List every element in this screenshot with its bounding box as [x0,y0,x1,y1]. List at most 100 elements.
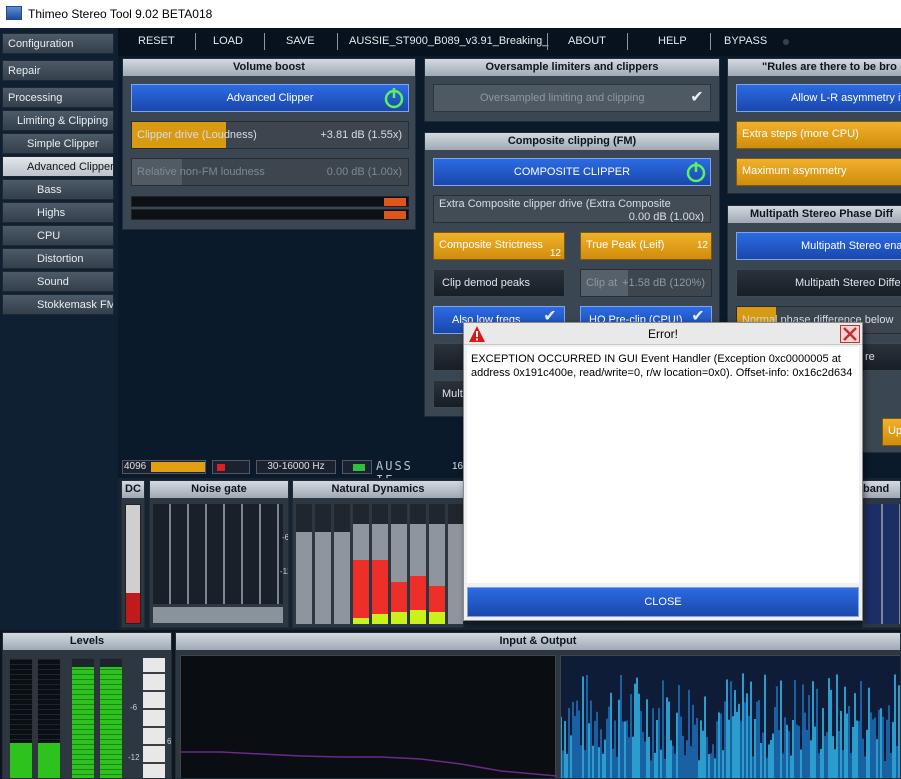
tick-label: -12 [128,753,140,762]
extra-steps-slider[interactable]: Extra steps (more CPU) [736,121,901,149]
nav-sound[interactable]: Sound [2,271,114,292]
true-peak-slider[interactable]: True Peak (Leif) 12 [580,232,712,260]
dialog-close-button[interactable]: CLOSE [467,587,859,617]
sidebar-nav: Configuration Repair Processing Limiting… [0,28,118,630]
samples-indicator: 4096 [122,460,206,474]
load-button[interactable]: LOAD [213,35,243,47]
dynamics-meter-column [353,504,369,624]
output-meter-left [71,658,95,778]
allow-lr-asymmetry-toggle[interactable]: Allow L-R asymmetry if [736,84,901,112]
input-scope [180,655,557,778]
dialog-message: EXCEPTION OCCURRED IN GUI Event Handler … [467,347,859,583]
checkmark-icon: ✔ [690,89,704,106]
menu-divider [195,33,196,50]
input-output-panel: Input & Output [175,632,901,779]
bypass-button[interactable]: BYPASS [724,35,767,47]
maximum-asymmetry-slider[interactable]: Maximum asymmetry [736,158,901,186]
tick-label: -12 [280,567,288,576]
menu-divider [710,33,711,50]
noise-gate-panel: Noise gate -6 -12 [149,480,289,628]
extra-composite-drive-label: Extra Composite clipper drive (Extra Com… [439,198,671,210]
rules-panel: "Rules are there to be bro Allow L-R asy… [727,58,901,194]
partial-up-slider[interactable]: Up [882,418,901,446]
clip-indicator [212,460,250,474]
power-icon[interactable] [381,85,407,111]
menu-divider [264,33,265,50]
error-dialog: Error! EXCEPTION OCCURRED IN GUI Event H… [463,322,863,621]
noise-gate-title: Noise gate [150,481,288,498]
advanced-clipper-toggle[interactable]: Advanced Clipper [131,84,409,112]
true-peak-value: 12 [696,240,708,251]
dynamics-meter-column [410,504,426,624]
natural-dynamics-panel: Natural Dynamics [292,480,464,628]
power-icon[interactable] [683,159,709,185]
multipath-enable-label: Multipath Stereo ena [801,240,901,252]
dc-panel: DC [121,480,145,628]
relative-loudness-label: Relative non-FM loudness [137,166,265,178]
oversample-toggle[interactable]: Oversampled limiting and clipping [433,84,711,112]
menu-divider [547,33,548,50]
nav-processing[interactable]: Processing [2,87,114,108]
dialog-close-x-button[interactable] [840,325,860,343]
levels-panel: Levels -6 -12 6 [2,632,172,779]
help-button[interactable]: HELP [658,35,687,47]
true-peak-label: True Peak (Leif) [586,239,665,251]
clip-demod-peaks-toggle[interactable]: Clip demod peaks [433,269,565,297]
nav-simple-clipper[interactable]: Simple Clipper [2,133,114,154]
menu-divider [627,33,628,50]
loudness-meter-top [131,196,409,207]
clip-at-slider[interactable]: Clip at +1.58 dB (120%) [580,269,712,297]
multipath-difference-label: Multipath Stereo Differ [795,277,901,289]
save-button[interactable]: SAVE [286,35,315,47]
about-button[interactable]: ABOUT [568,35,606,47]
window-titlebar: Thimeo Stereo Tool 9.02 BETA018 [0,0,901,28]
signal-icon [342,460,372,474]
oversample-panel: Oversample limiters and clippers Oversam… [424,58,720,122]
dynamics-meter-column [448,504,463,624]
partial-up-label: Up [888,425,901,437]
nav-highs[interactable]: Highs [2,202,114,223]
multipath-title: Multipath Stereo Phase Diff [728,206,901,223]
window-title: Thimeo Stereo Tool 9.02 BETA018 [28,7,213,21]
max-asym-label: Maximum asymmetry [742,165,847,177]
nav-repair[interactable]: Repair [2,60,114,81]
nav-limiting-clipping[interactable]: Limiting & Clipping [2,110,114,131]
levels-title: Levels [3,633,171,650]
gain-meter [143,658,165,778]
clipper-drive-label: Clipper drive (Loudness) [137,129,257,141]
relative-loudness-slider[interactable]: Relative non-FM loudness 0.00 dB (1.00x) [131,158,409,186]
nav-advanced-clipper[interactable]: Advanced Clipper [2,156,114,177]
nav-cpu[interactable]: CPU [2,225,114,246]
composite-strictness-value: 12 [549,248,561,259]
nav-distortion[interactable]: Distortion [2,248,114,269]
multipath-difference-toggle[interactable]: Multipath Stereo Differ [736,269,901,297]
relative-loudness-value: 0.00 dB (1.00x) [326,166,402,178]
input-spectrum-graph [181,751,557,777]
nav-bass[interactable]: Bass [2,179,114,200]
nav-stokkemask-fm[interactable]: Stokkemask FM [2,294,114,315]
extra-steps-label: Extra steps (more CPU) [742,128,859,140]
noise-gate-meters [153,504,283,604]
reset-button[interactable]: RESET [138,35,175,47]
rules-title: "Rules are there to be bro [728,59,901,76]
preset-name[interactable]: AUSSIE_ST900_B089_v3.91_Breaking_ [349,35,548,47]
composite-strictness-label: Composite Strictness [439,239,543,251]
dynamics-meter-column [315,504,331,624]
clip-at-value: +1.58 dB (120%) [622,277,705,289]
dynamics-meter-column [296,504,312,624]
band-panel: band [862,480,901,628]
dynamics-meter-column [334,504,350,624]
oversample-label: Oversampled limiting and clipping [480,92,645,104]
composite-clipper-toggle[interactable]: COMPOSITE CLIPPER [433,158,711,186]
preset-display: AUSS IE [376,459,413,487]
close-icon [843,327,857,341]
clipper-drive-slider[interactable]: Clipper drive (Loudness) +3.81 dB (1.55x… [131,121,409,149]
dynamics-meter-column [372,504,388,624]
natural-dynamics-title: Natural Dynamics [293,481,463,498]
extra-composite-drive-slider[interactable]: Extra Composite clipper drive (Extra Com… [433,195,711,223]
multipath-enable-toggle[interactable]: Multipath Stereo ena [736,232,901,260]
volume-boost-panel: Volume boost Advanced Clipper Clipper dr… [122,58,416,230]
band-title: band [863,481,900,498]
nav-configuration[interactable]: Configuration [2,33,114,54]
composite-strictness-slider[interactable]: Composite Strictness 12 [433,232,565,260]
